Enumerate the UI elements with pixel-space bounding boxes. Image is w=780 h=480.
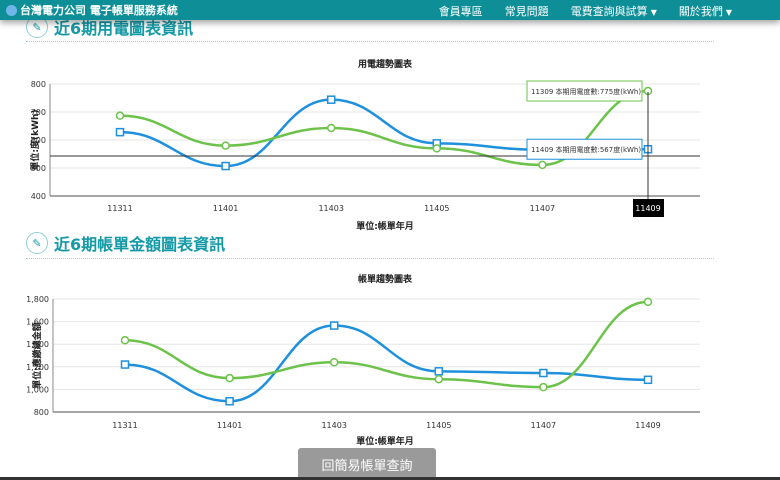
y-tick-label: 400	[31, 192, 46, 201]
data-point-circle	[643, 297, 653, 307]
data-point-square	[434, 367, 444, 376]
data-point-square	[115, 127, 125, 137]
data-point-circle	[432, 144, 442, 153]
section-bill-heading: ✎ 近6期帳單金額圖表資訊	[26, 231, 225, 255]
x-tick-label: 11403	[321, 421, 346, 430]
x-tick-label: 11407	[530, 204, 555, 213]
nav-member[interactable]: 會員專區	[439, 3, 483, 19]
chart-title: 用電趨勢圖表	[357, 58, 413, 70]
x-tick-label: 11405	[426, 421, 451, 430]
data-point-circle	[225, 373, 234, 383]
nav-faq[interactable]: 常見問題	[505, 3, 549, 19]
x-tick-label: 11311	[112, 421, 137, 430]
y-tick-label: 800	[34, 408, 49, 417]
data-point-circle	[120, 335, 130, 345]
back-to-simple-query-button[interactable]: 回簡易帳單查詢	[298, 448, 436, 480]
data-point-circle	[434, 374, 444, 384]
site-logo[interactable]: 台灣電力公司 電子帳單服務系統	[6, 2, 178, 18]
data-point-circle	[115, 111, 125, 120]
data-point-square	[326, 95, 336, 104]
x-tick-label: 11409	[635, 421, 660, 430]
x-axis-label: 單位:帳單年月	[356, 435, 414, 447]
data-point-circle	[538, 160, 547, 170]
series-line-0	[124, 324, 649, 403]
section-title: 近6期帳單金額圖表資訊	[54, 235, 226, 254]
x-tick-label: 11401	[213, 204, 238, 213]
tooltip-text: 11409 本期用電度數:567度(kWh)	[531, 145, 641, 154]
x-tick-label: 11407	[531, 421, 556, 430]
bill-chart: 帳單趨勢圖表8001,0001,2001,4001,6001,80011311 1…	[26, 273, 700, 447]
data-point-circle	[221, 141, 230, 150]
top-nav-bar: 台灣電力公司 電子帳單服務系統 會員專區 常見問題 電費查詢與試算 ▼ 關於我們 ▼	[0, 0, 780, 20]
logo-text: 台灣電力公司 電子帳單服務系統	[20, 4, 178, 17]
edit-icon: ✎	[26, 232, 48, 254]
crosshair-label: 11409	[635, 204, 660, 213]
data-point-square	[643, 375, 653, 385]
y-tick-label: 1,800	[26, 295, 49, 304]
x-tick-label: 11311	[107, 204, 132, 213]
data-point-square	[225, 397, 234, 406]
divider	[26, 258, 714, 259]
x-axis-label: 單位:帳單年月	[356, 220, 414, 232]
nav-bill-query-label: 電費查詢與試算	[570, 5, 648, 18]
y-tick-label: 800	[31, 80, 46, 89]
logo-icon	[6, 4, 17, 16]
nav-bill-query[interactable]: 電費查詢與試算 ▼	[571, 3, 657, 19]
data-point-square	[539, 368, 548, 378]
y-axis-label: 單位:度(kWh)	[29, 109, 41, 170]
data-point-circle	[329, 358, 339, 367]
tooltip-text: 11309 本期用電度數:775度(kWh)	[531, 87, 641, 96]
usage-chart: 用電趨勢圖表40050060070080011311 11401 11403 1140…	[29, 58, 700, 232]
nav-about-label: 關於我們	[678, 5, 723, 18]
x-tick-label: 11405	[424, 204, 449, 213]
caret-down-icon: ▼	[650, 8, 657, 17]
data-point-square	[221, 161, 230, 171]
nav-about[interactable]: 關於我們 ▼	[679, 3, 732, 19]
chart-title: 帳單趨勢圖表	[358, 273, 413, 285]
data-point-circle	[539, 382, 548, 392]
y-axis-label: 單位:應繳總金額	[31, 322, 43, 389]
data-point-circle	[326, 123, 336, 133]
data-point-square	[120, 360, 130, 369]
x-tick-label: 11403	[318, 204, 343, 213]
x-tick-label: 11401	[217, 421, 242, 430]
caret-down-icon: ▼	[725, 8, 732, 17]
data-point-square	[329, 321, 339, 330]
